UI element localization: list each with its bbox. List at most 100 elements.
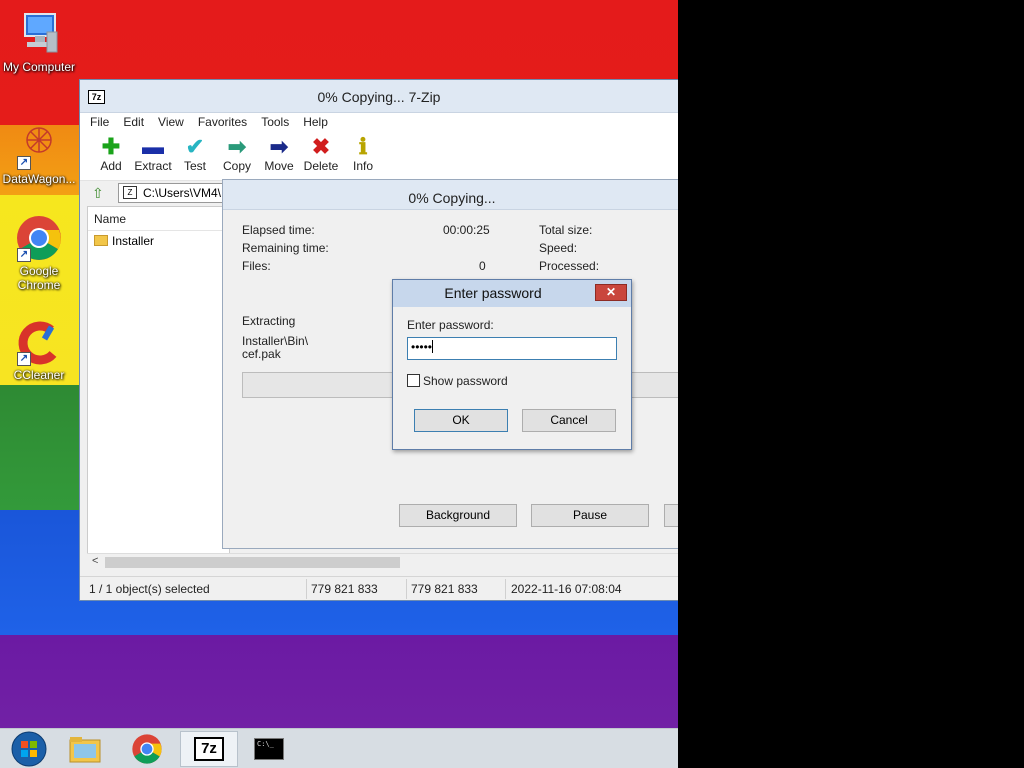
desktop-icon-my-computer[interactable]: My Computer: [0, 10, 78, 74]
test-button-label: Test: [183, 159, 206, 173]
move-arrow-icon: ➡: [269, 134, 289, 159]
list-item-name: Installer: [112, 234, 155, 248]
status-bar: 1 / 1 object(s) selected 779 821 833 779…: [80, 576, 678, 600]
up-folder-icon[interactable]: ⇧: [92, 185, 104, 202]
drive-icon: Z: [123, 186, 137, 199]
password-masked-value: •••••: [411, 340, 433, 354]
info-button-label: Info: [352, 159, 373, 173]
file-list: Name Installer: [87, 206, 230, 568]
total-size-label: Total size:: [539, 223, 593, 237]
black-offscreen-area: [678, 0, 1024, 768]
menu-help[interactable]: Help: [303, 113, 328, 131]
taskbar-file-explorer[interactable]: [56, 731, 114, 767]
menu-file[interactable]: File: [90, 113, 109, 131]
minus-icon: ▬: [142, 134, 164, 159]
windows-start-icon: [11, 731, 47, 767]
cancel-copy-button-partial[interactable]: [664, 504, 678, 527]
delete-button[interactable]: ✖ Delete: [300, 131, 342, 180]
password-dialog-titlebar[interactable]: Enter password ✕: [393, 280, 631, 307]
menu-tools[interactable]: Tools: [261, 113, 289, 131]
close-icon[interactable]: ✕: [595, 284, 627, 301]
status-divider: [306, 579, 307, 599]
speed-label: Speed:: [539, 241, 578, 255]
info-button[interactable]: ℹ Info: [342, 131, 384, 180]
status-modified: 2022-11-16 07:08:04: [511, 582, 622, 596]
7zip-menubar: File Edit View Favorites Tools Help: [80, 113, 678, 131]
file-explorer-icon: [69, 737, 101, 763]
7zip-icon: 7z: [194, 737, 224, 761]
address-text: C:\Users\VM4\: [143, 186, 222, 200]
desktop-icon-label-line1: Google: [19, 264, 59, 278]
processed-label: Processed:: [539, 259, 600, 273]
password-dialog-title: Enter password: [444, 285, 542, 301]
address-input[interactable]: Z C:\Users\VM4\: [118, 183, 238, 203]
extract-button[interactable]: ▬ Extract: [132, 131, 174, 180]
taskbar-7zip[interactable]: 7z: [180, 731, 238, 767]
menu-favorites[interactable]: Favorites: [198, 113, 247, 131]
desktop-icon-label: CCleaner: [13, 368, 65, 382]
copy-button[interactable]: ➡ Copy: [216, 131, 258, 180]
progress-dialog-title[interactable]: 0% Copying...: [223, 180, 678, 210]
cancel-button[interactable]: Cancel: [522, 409, 616, 432]
menu-edit[interactable]: Edit: [123, 113, 144, 131]
ccleaner-icon: ↗: [15, 318, 63, 366]
pause-button[interactable]: Pause: [531, 504, 649, 527]
shortcut-arrow-icon: ↗: [17, 156, 31, 170]
copy-button-label: Copy: [222, 159, 251, 173]
extracting-label: Extracting: [242, 314, 296, 328]
shortcut-arrow-icon: ↗: [17, 352, 31, 366]
remaining-time-label: Remaining time:: [242, 241, 329, 255]
datawagon-icon: ↗: [15, 122, 63, 170]
copy-arrow-icon: ➡: [227, 134, 247, 159]
files-label: Files:: [242, 259, 271, 273]
taskbar-chrome[interactable]: [118, 731, 176, 767]
show-password-checkbox[interactable]: [407, 374, 420, 387]
plus-icon: ✚: [101, 134, 121, 159]
horizontal-scrollbar[interactable]: <: [87, 553, 678, 570]
desktop-icon-ccleaner[interactable]: ↗ CCleaner: [0, 318, 78, 382]
background-button[interactable]: Background: [399, 504, 517, 527]
menu-view[interactable]: View: [158, 113, 184, 131]
add-button[interactable]: ✚ Add: [90, 131, 132, 180]
show-password-label[interactable]: Show password: [423, 374, 508, 388]
7zip-titlebar[interactable]: 7z 0% Copying... 7-Zip: [80, 80, 678, 113]
computer-icon: [15, 10, 63, 58]
scroll-left-icon[interactable]: <: [92, 555, 98, 567]
info-icon: ℹ: [358, 134, 368, 159]
desktop-icon-label: My Computer: [2, 60, 76, 74]
taskbar-command-prompt[interactable]: C:\_: [240, 731, 298, 767]
test-button[interactable]: ✔ Test: [174, 131, 216, 180]
ok-button[interactable]: OK: [414, 409, 508, 432]
elapsed-time-label: Elapsed time:: [242, 223, 315, 237]
status-selected: 1 / 1 object(s) selected: [89, 582, 210, 596]
desktop: My Computer ↗ DataWagon... ↗ Google Chro…: [0, 0, 678, 768]
password-input[interactable]: •••••: [407, 337, 617, 360]
desktop-icon-datawagon[interactable]: ↗ DataWagon...: [0, 122, 78, 186]
files-value: 0: [479, 259, 486, 273]
check-icon: ✔: [185, 134, 205, 159]
extract-button-label: Extract: [134, 159, 172, 173]
delete-button-label: Delete: [303, 159, 339, 173]
status-divider: [406, 579, 407, 599]
7zip-window-title: 0% Copying... 7-Zip: [317, 89, 441, 105]
status-size: 779 821 833: [311, 582, 378, 596]
status-divider: [505, 579, 506, 599]
desktop-icon-label: DataWagon...: [2, 172, 76, 186]
command-prompt-icon: C:\_: [254, 738, 284, 760]
move-button[interactable]: ➡ Move: [258, 131, 300, 180]
desktop-icon-label-line2: Chrome: [17, 278, 61, 292]
extracting-path-line2: cef.pak: [242, 347, 281, 361]
enter-password-dialog: Enter password ✕ Enter password: ••••• S…: [392, 279, 632, 450]
delete-x-icon: ✖: [311, 134, 331, 159]
scrollbar-thumb[interactable]: [105, 557, 400, 568]
move-button-label: Move: [264, 159, 294, 173]
password-prompt-label: Enter password:: [407, 318, 494, 332]
start-button[interactable]: [0, 731, 58, 767]
list-item[interactable]: Installer: [88, 231, 229, 251]
desktop-icon-google-chrome[interactable]: ↗ Google Chrome: [0, 214, 78, 292]
7zip-toolbar: ✚ Add ▬ Extract ✔ Test ➡ Copy ➡ Move ✖ D…: [80, 131, 678, 181]
folder-icon: [94, 235, 108, 246]
shortcut-arrow-icon: ↗: [17, 248, 31, 262]
extracting-path-line1: Installer\Bin\: [242, 334, 309, 348]
column-header-name[interactable]: Name: [88, 207, 229, 231]
